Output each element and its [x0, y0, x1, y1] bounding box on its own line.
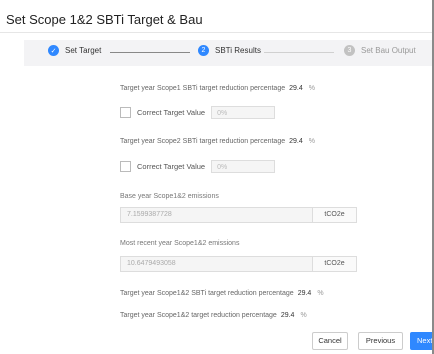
next-button[interactable]: Next — [410, 332, 434, 350]
step-number-icon: 3 — [344, 45, 355, 56]
scope2-reduction-label: Target year Scope2 SBTi target reduction… — [120, 138, 286, 145]
step-connector — [110, 52, 190, 53]
recent-year-label: Most recent year Scope1&2 emissions — [120, 240, 240, 247]
scope12-sbti-value: 29.4 — [297, 290, 312, 297]
step-number-icon: 2 — [198, 45, 209, 56]
recent-year-input[interactable]: 10.6479493058 — [120, 256, 313, 272]
scope1-correct-label: Correct Target Value — [137, 108, 206, 117]
scope2-correct-label: Correct Target Value — [137, 162, 206, 171]
scope1-reduction-row: Target year Scope1 SBTi target reduction… — [120, 85, 315, 92]
step-set-bau-output[interactable]: 3 Set Bau Output — [344, 45, 416, 56]
scope12-target-value: 29.4 — [280, 312, 295, 319]
percent-unit: % — [308, 85, 315, 92]
dialog: Set Scope 1&2 SBTi Target & Bau ✓ Set Ta… — [0, 0, 434, 354]
stepper: ✓ Set Target 2 SBTi Results 3 Set Bau Ou… — [24, 40, 434, 66]
step-connector — [264, 52, 334, 53]
scope1-reduction-label: Target year Scope1 SBTi target reduction… — [120, 85, 286, 92]
scope2-correct-row: Correct Target Value 0% — [120, 160, 276, 173]
percent-unit: % — [317, 290, 324, 297]
scope1-correct-checkbox[interactable] — [120, 107, 131, 118]
scope2-correct-input[interactable]: 0% — [211, 160, 276, 173]
scope1-correct-input[interactable]: 0% — [211, 106, 276, 119]
step-set-target[interactable]: ✓ Set Target — [48, 45, 101, 56]
scope12-sbti-label: Target year Scope1&2 SBTi target reducti… — [120, 290, 294, 297]
scope12-target-row: Target year Scope1&2 target reduction pe… — [120, 312, 307, 319]
percent-unit: % — [300, 312, 307, 319]
recent-year-unit: tCO2e — [313, 256, 357, 272]
step-label: SBTi Results — [215, 46, 261, 55]
previous-button[interactable]: Previous — [358, 332, 403, 350]
scope12-target-label: Target year Scope1&2 target reduction pe… — [120, 312, 277, 319]
scope12-sbti-row: Target year Scope1&2 SBTi target reducti… — [120, 290, 324, 297]
scope2-reduction-row: Target year Scope2 SBTi target reduction… — [120, 138, 315, 145]
step-label: Set Target — [65, 46, 102, 55]
scope2-reduction-value: 29.4 — [289, 138, 303, 145]
scope1-correct-row: Correct Target Value 0% — [120, 106, 276, 119]
step-sbti-results[interactable]: 2 SBTi Results — [198, 45, 261, 56]
title-divider — [0, 32, 434, 33]
base-year-label: Base year Scope1&2 emissions — [120, 193, 219, 200]
scope2-correct-checkbox[interactable] — [120, 161, 131, 172]
percent-unit: % — [308, 138, 315, 145]
dialog-title: Set Scope 1&2 SBTi Target & Bau — [6, 12, 203, 27]
base-year-unit: tCO2e — [313, 207, 357, 223]
step-label: Set Bau Output — [361, 46, 416, 55]
check-icon: ✓ — [48, 45, 59, 56]
cancel-button[interactable]: Cancel — [312, 332, 348, 350]
base-year-input[interactable]: 7.1599387728 — [120, 207, 313, 223]
scope1-reduction-value: 29.4 — [289, 85, 303, 92]
